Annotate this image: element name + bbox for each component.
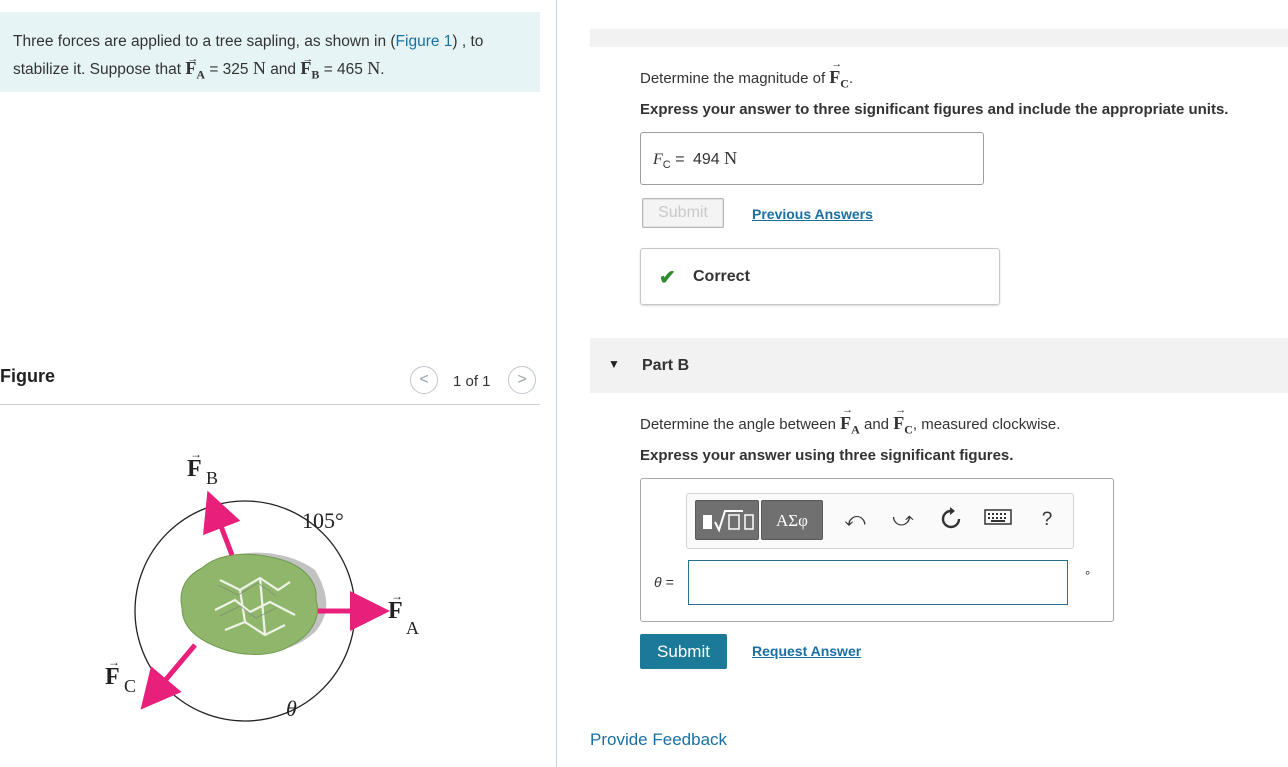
force-a-label-sub: A: [406, 618, 419, 638]
force-b-arrow: [203, 490, 241, 556]
request-answer-link[interactable]: Request Answer: [752, 643, 861, 659]
checkmark-icon: ✔: [659, 267, 676, 289]
help-button[interactable]: ?: [1034, 507, 1060, 533]
correct-feedback-box: ✔ Correct: [640, 248, 1000, 305]
math-toolbar: ΑΣφ ⤺ ⤻ ?: [686, 493, 1074, 549]
part-b-title: Part B: [642, 357, 690, 374]
force-b-label-sub: B: [206, 468, 218, 488]
answer-unit: N: [724, 148, 738, 168]
column-divider: [556, 0, 557, 767]
theta-input-label: θ =: [654, 574, 674, 590]
sapling-canopy: [180, 553, 318, 655]
force-c-label: F: [105, 664, 120, 690]
angle-105-label: 105°: [302, 508, 344, 533]
part-a-prompt: Determine the magnitude of → FC.: [640, 58, 854, 91]
force-a-symbol: → FA: [185, 53, 206, 82]
part-a-header-strip: [590, 29, 1288, 47]
part-a-answer-field[interactable]: FC = 494 N: [640, 132, 984, 185]
keyboard-icon[interactable]: [983, 507, 1013, 533]
part-b-header[interactable]: ▼ Part B: [590, 338, 1288, 393]
figure-header-divider: [0, 404, 540, 405]
part-b-submit-button[interactable]: Submit: [640, 634, 727, 669]
part-a-submit-button[interactable]: Submit: [642, 198, 724, 228]
answer-value: 494: [692, 151, 720, 168]
degree-unit-label: °: [1085, 568, 1091, 583]
theta-answer-input[interactable]: [688, 560, 1068, 605]
collapse-triangle-icon[interactable]: ▼: [608, 357, 620, 371]
problem-statement: Three forces are applied to a tree sapli…: [13, 28, 533, 89]
correct-label: Correct: [693, 268, 750, 285]
next-figure-button[interactable]: >: [508, 366, 536, 394]
square-root-template-icon: [703, 510, 754, 533]
force-c-label-sub: C: [124, 676, 136, 696]
previous-answers-link[interactable]: Previous Answers: [752, 206, 873, 222]
part-b-instruction: Express your answer using three signific…: [640, 447, 1014, 464]
part-b-prompt: Determine the angle between → FA and → FC,…: [640, 404, 1061, 437]
force-a-label: F: [388, 598, 403, 624]
greek-symbols-button[interactable]: ΑΣφ: [761, 500, 823, 540]
answer-variable: F: [653, 151, 663, 168]
provide-feedback-link[interactable]: Provide Feedback: [590, 730, 727, 750]
redo-arrow-icon[interactable]: ⤻: [890, 507, 916, 533]
theta-angle-label: θ: [286, 696, 297, 721]
reset-icon[interactable]: [938, 507, 964, 533]
undo-arrow-icon[interactable]: ⤺: [842, 507, 868, 533]
sapling-force-diagram: → F B → F A → F C 105° θ: [105, 447, 419, 722]
figure-counter: 1 of 1: [453, 373, 491, 390]
previous-figure-button[interactable]: <: [410, 366, 438, 394]
figure-link[interactable]: Figure 1: [396, 33, 453, 50]
templates-button[interactable]: [695, 500, 759, 540]
force-b-label: F: [187, 456, 202, 482]
force-b-symbol: → FB: [300, 53, 320, 82]
figure-title: Figure: [0, 366, 56, 386]
force-c-symbol: → FC: [829, 58, 849, 91]
part-a-instruction: Express your answer to three significant…: [640, 101, 1229, 118]
